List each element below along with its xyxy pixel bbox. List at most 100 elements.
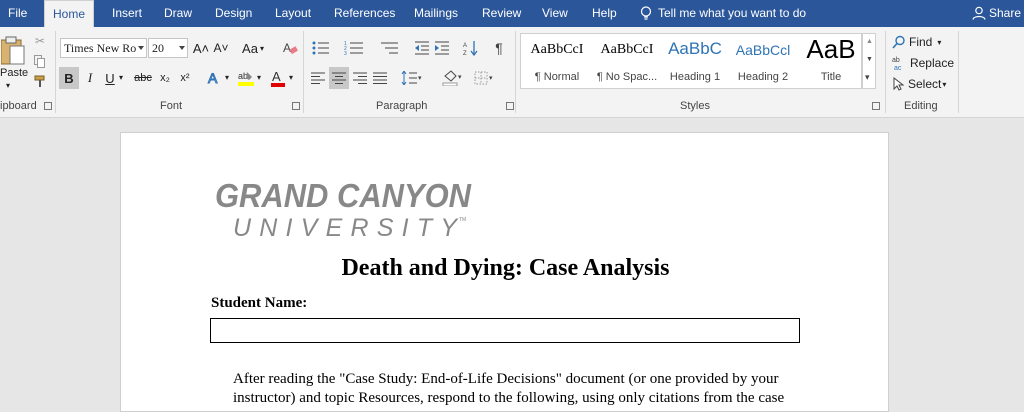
svg-text:▾: ▾ (489, 75, 493, 82)
numbering-icon[interactable]: 123 (341, 38, 367, 58)
select-button[interactable]: Select ▾ (892, 75, 952, 93)
tab-mailings[interactable]: Mailings (406, 0, 466, 27)
underline-button[interactable]: U (101, 67, 119, 89)
font-color-dropdown-icon[interactable]: ▾ (289, 73, 293, 82)
highlight-dropdown-icon[interactable]: ▾ (257, 73, 261, 82)
tell-me-search[interactable]: Tell me what you want to do (640, 0, 806, 27)
style-title[interactable]: AaB Title (797, 34, 865, 90)
svg-text:3: 3 (344, 51, 347, 55)
document-page[interactable]: GRAND CANYON UNIVERSITY TM Death and Dyi… (120, 132, 889, 412)
group-divider (885, 31, 886, 113)
justify-icon[interactable] (371, 67, 389, 89)
tab-home[interactable]: Home (44, 0, 95, 27)
group-divider (303, 31, 304, 113)
paste-button[interactable] (0, 33, 28, 67)
bold-button[interactable]: B (59, 67, 79, 89)
chevron-down-icon[interactable]: ▼ (866, 56, 873, 63)
align-left-icon[interactable] (309, 67, 327, 89)
shading-icon[interactable]: ▾ (440, 67, 466, 89)
share-button[interactable]: Share (972, 0, 1021, 27)
style-normal[interactable]: AaBbCcI ¶ Normal (523, 34, 591, 90)
font-launcher-icon[interactable] (292, 102, 300, 110)
subscript-button[interactable]: x₂ (156, 67, 174, 89)
style-preview: AaBbCcI (530, 42, 584, 57)
paste-dropdown-icon[interactable]: ▾ (6, 81, 10, 90)
tab-help[interactable]: Help (584, 0, 625, 27)
tab-file[interactable]: File (0, 0, 35, 27)
style-no-spacing[interactable]: AaBbCcI ¶ No Spac... (593, 34, 661, 90)
student-name-field[interactable] (210, 318, 800, 343)
tab-references[interactable]: References (326, 0, 403, 27)
tab-design[interactable]: Design (207, 0, 260, 27)
styles-group-label: Styles (680, 100, 710, 112)
editing-group-label: Editing (904, 100, 938, 112)
text-effects-icon[interactable]: A (204, 67, 224, 89)
change-case-button[interactable]: Aa ▾ (238, 38, 268, 58)
tab-view[interactable]: View (534, 0, 576, 27)
superscript-button[interactable]: x² (176, 67, 194, 89)
tab-review[interactable]: Review (474, 0, 529, 27)
pointer-icon (893, 77, 904, 91)
more-styles-icon[interactable]: ▾ (865, 72, 870, 83)
copy-icon[interactable] (32, 53, 48, 69)
tab-layout[interactable]: Layout (267, 0, 319, 27)
find-label: Find (909, 35, 933, 49)
group-divider (55, 31, 56, 113)
cut-icon[interactable]: ✂ (32, 33, 48, 49)
styles-gallery-scroll[interactable]: ▲ ▼ ▾ (862, 33, 876, 89)
svg-text:A: A (283, 41, 291, 55)
person-icon (972, 6, 986, 20)
borders-icon[interactable]: ▾ (472, 67, 498, 89)
chevron-up-icon[interactable]: ▲ (866, 38, 873, 45)
multilevel-list-icon[interactable] (376, 38, 402, 58)
font-name-combo[interactable]: Times New Ro (60, 38, 147, 58)
align-right-icon[interactable] (351, 67, 369, 89)
group-divider (958, 31, 959, 113)
text-effects-dropdown-icon[interactable]: ▾ (225, 73, 229, 82)
font-size-combo[interactable]: 20 (148, 38, 188, 58)
clear-formatting-icon[interactable]: A (280, 38, 300, 58)
pilcrow-icon[interactable]: ¶ (490, 38, 508, 58)
decrease-indent-icon[interactable] (413, 38, 431, 58)
body-paragraph: After reading the "Case Study: End-of-Li… (233, 371, 785, 406)
style-name: ¶ No Spac... (596, 71, 658, 83)
clipboard-launcher-icon[interactable] (44, 102, 52, 110)
underline-dropdown-icon[interactable]: ▾ (119, 73, 123, 82)
paste-label: Paste (0, 67, 29, 79)
italic-button[interactable]: I (81, 67, 99, 89)
format-painter-icon[interactable] (32, 73, 48, 89)
clipboard-icon (1, 36, 25, 65)
highlight-icon[interactable]: ab (236, 67, 256, 89)
bullets-icon[interactable] (309, 38, 333, 58)
font-color-icon[interactable]: A (268, 67, 288, 89)
tab-draw[interactable]: Draw (156, 0, 200, 27)
svg-text:▾: ▾ (418, 75, 422, 82)
find-button[interactable]: Find ▾ (892, 33, 952, 51)
align-center-icon[interactable] (329, 67, 349, 89)
student-name-label: Student Name: (211, 295, 308, 311)
style-name: Heading 2 (737, 71, 789, 83)
svg-text:ab: ab (892, 57, 900, 64)
style-preview: AaBbCcI (600, 42, 654, 57)
paragraph-launcher-icon[interactable] (506, 102, 514, 110)
strikethrough-button[interactable]: abc (132, 67, 154, 89)
increase-indent-icon[interactable] (433, 38, 451, 58)
style-heading-1[interactable]: AaBbC Heading 1 (661, 34, 729, 90)
style-heading-2[interactable]: AaBbCcl Heading 2 (729, 34, 797, 90)
sort-icon[interactable]: AZ (462, 38, 480, 58)
ribbon-tab-bar: File Home Insert Draw Design Layout Refe… (0, 0, 1024, 27)
replace-icon: abac (892, 57, 902, 71)
line-spacing-icon[interactable]: ▾ (398, 67, 426, 89)
style-preview: AaBbCcl (735, 42, 791, 58)
page-title: Death and Dying: Case Analysis (341, 255, 670, 281)
chevron-down-icon: ▾ (937, 37, 942, 47)
font-size-value: 20 (152, 41, 164, 55)
svg-text:ac: ac (894, 65, 902, 71)
styles-launcher-icon[interactable] (872, 102, 880, 110)
tab-insert[interactable]: Insert (104, 0, 150, 27)
replace-button[interactable]: ab ac Replace (892, 54, 954, 72)
lightbulb-icon (640, 6, 652, 20)
grow-font-button[interactable]: A˄ (192, 38, 210, 58)
shrink-font-button[interactable]: A˅ (212, 38, 230, 58)
search-icon (892, 35, 905, 49)
